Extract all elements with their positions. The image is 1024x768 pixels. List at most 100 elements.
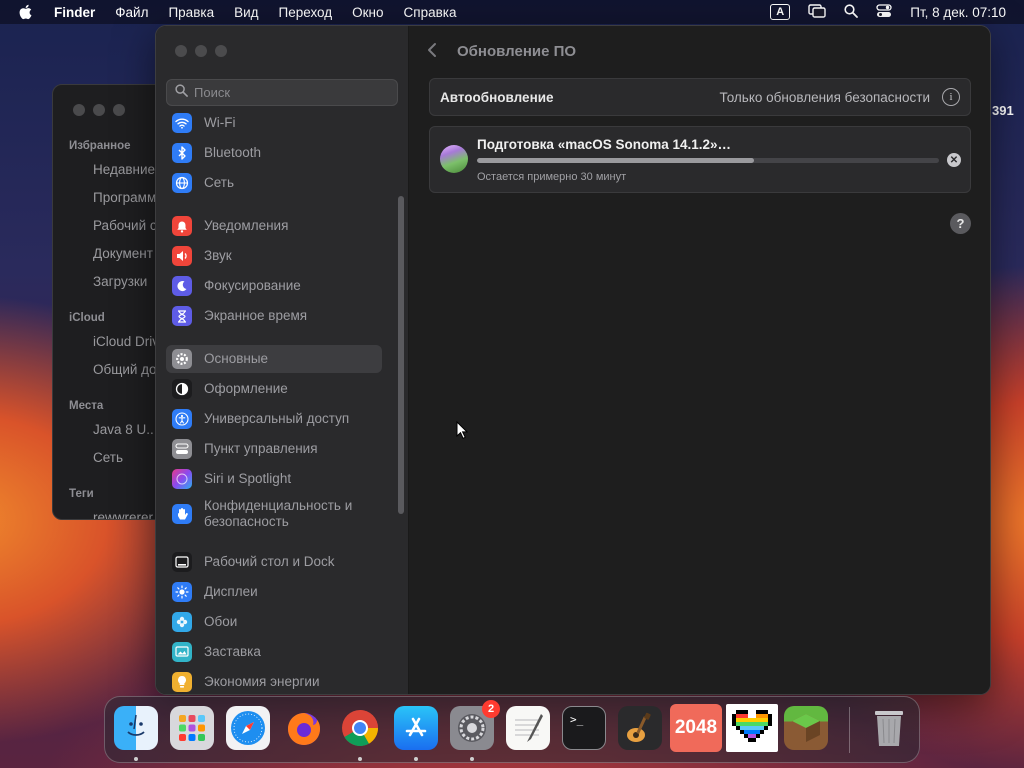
- menu-view[interactable]: Вид: [234, 5, 258, 20]
- back-button[interactable]: [427, 42, 443, 62]
- sidebar-item-wallpaper[interactable]: Обои: [166, 608, 382, 636]
- menu-file[interactable]: Файл: [115, 5, 148, 20]
- finder-item-java[interactable]: Java 8 U...: [93, 422, 158, 437]
- help-button[interactable]: ?: [950, 213, 971, 234]
- dock-separator: [849, 707, 850, 753]
- firefox-icon[interactable]: [282, 706, 326, 750]
- screen-mirroring-icon[interactable]: [808, 3, 826, 21]
- trash-icon[interactable]: [867, 706, 911, 750]
- finder-item-network[interactable]: Сеть: [93, 450, 123, 465]
- siri-icon: [172, 469, 192, 489]
- terminal-icon[interactable]: >_: [562, 706, 606, 750]
- hand-icon: [172, 504, 192, 524]
- sidebar-item-displays[interactable]: Дисплеи: [166, 578, 382, 606]
- search-field[interactable]: [166, 79, 398, 106]
- wifi-icon: [172, 113, 192, 133]
- finder-item-shared[interactable]: Общий до: [93, 362, 157, 377]
- finder-item-downloads[interactable]: Загрузки: [93, 274, 147, 289]
- appearance-icon: [172, 379, 192, 399]
- running-indicator: [134, 757, 138, 761]
- clock[interactable]: Пт, 8 дек. 07:10: [910, 5, 1006, 20]
- finder-item-documents[interactable]: Документ: [93, 246, 153, 261]
- chrome-icon[interactable]: [338, 706, 382, 750]
- menu-edit[interactable]: Правка: [168, 5, 214, 20]
- textedit-icon[interactable]: [506, 706, 550, 750]
- sidebar-item-label: Siri и Spotlight: [204, 471, 292, 486]
- safari-icon[interactable]: [226, 706, 270, 750]
- page-title: Обновление ПО: [457, 43, 577, 60]
- sidebar-item-label: Пункт управления: [204, 441, 318, 456]
- running-indicator: [414, 757, 418, 761]
- zoom-icon[interactable]: [113, 104, 125, 116]
- apple-menu-icon[interactable]: [18, 0, 40, 24]
- sidebar-item-appearance[interactable]: Оформление: [166, 375, 382, 403]
- sidebar-item-privacy-security[interactable]: Конфиденциальность и безопасность: [166, 492, 382, 536]
- bulb-icon: [172, 672, 192, 692]
- sidebar-item-label: Wi-Fi: [204, 115, 236, 130]
- update-title: Подготовка «macOS Sonoma 14.1.2»…: [477, 137, 732, 152]
- sidebar-item-label: Оформление: [204, 381, 288, 396]
- sidebar-item-screensaver[interactable]: Заставка: [166, 638, 382, 666]
- input-source-icon[interactable]: A: [770, 4, 791, 20]
- close-icon[interactable]: [73, 104, 85, 116]
- menu-go[interactable]: Переход: [279, 5, 333, 20]
- sidebar-item-label: Обои: [204, 614, 238, 629]
- menu-app-finder[interactable]: Finder: [54, 5, 95, 20]
- menu-help[interactable]: Справка: [404, 5, 457, 20]
- sidebar-item-label: Уведомления: [204, 218, 289, 233]
- sidebar-item-general[interactable]: Основные: [166, 345, 382, 373]
- system-settings-icon[interactable]: 2: [450, 700, 500, 750]
- garageband-icon[interactable]: [618, 706, 662, 750]
- search-icon: [175, 83, 188, 102]
- close-icon[interactable]: [175, 45, 187, 57]
- update-progress-row: Подготовка «macOS Sonoma 14.1.2»… ✕ Оста…: [429, 126, 971, 193]
- sidebar-item-wifi[interactable]: Wi-Fi: [166, 109, 382, 137]
- finder-item-tag[interactable]: rewwrerer: [93, 510, 153, 519]
- sidebar-item-energy-saver[interactable]: Экономия энергии: [166, 668, 382, 694]
- 2048-icon[interactable]: 2048: [670, 704, 722, 752]
- automatic-updates-label: Автообновление: [440, 89, 554, 105]
- menu-window[interactable]: Окно: [352, 5, 383, 20]
- bell-icon: [172, 216, 192, 236]
- sun-icon: [172, 582, 192, 602]
- zoom-icon[interactable]: [215, 45, 227, 57]
- minecraft-icon[interactable]: [784, 706, 828, 750]
- sidebar-item-control-center[interactable]: Пункт управления: [166, 435, 382, 463]
- launchpad-icon[interactable]: [170, 706, 214, 750]
- dock: 2 >_ 2048: [104, 696, 920, 763]
- minimize-icon[interactable]: [195, 45, 207, 57]
- sidebar-item-notifications[interactable]: Уведомления: [166, 212, 382, 240]
- finder-window: Избранное Недавние Программы Рабочий с Д…: [52, 84, 172, 520]
- finder-icon[interactable]: [114, 706, 158, 750]
- update-progress-bar: [477, 158, 939, 163]
- minimize-icon[interactable]: [93, 104, 105, 116]
- sidebar-item-label: Основные: [204, 351, 269, 366]
- mouse-pointer-icon: [456, 420, 469, 444]
- sidebar-item-desktop-dock[interactable]: Рабочий стол и Dock: [166, 548, 382, 576]
- screensaver-icon: [172, 642, 192, 662]
- search-input[interactable]: [194, 85, 384, 100]
- finder-item-recents[interactable]: Недавние: [93, 162, 155, 177]
- window-controls: [73, 104, 125, 116]
- cancel-update-button[interactable]: ✕: [947, 153, 961, 167]
- 2048-label: 2048: [674, 717, 718, 738]
- info-icon[interactable]: i: [942, 88, 960, 106]
- sidebar-item-siri-spotlight[interactable]: Siri и Spotlight: [166, 465, 382, 493]
- system-settings-window: Wi-Fi Bluetooth Сеть Уведомления Звук: [155, 25, 991, 695]
- background-window-text: 391: [992, 103, 1014, 118]
- hourglass-icon: [172, 306, 192, 326]
- sidebar-scrollbar[interactable]: [398, 196, 404, 514]
- sidebar-item-bluetooth[interactable]: Bluetooth: [166, 139, 382, 167]
- sidebar-item-sound[interactable]: Звук: [166, 242, 382, 270]
- sidebar-item-screen-time[interactable]: Экранное время: [166, 302, 382, 330]
- software-update-pane: Обновление ПО Автообновление Только обно…: [409, 26, 990, 694]
- dock-icon: [172, 552, 192, 572]
- pixel-heart-icon[interactable]: [726, 704, 778, 752]
- sidebar-item-accessibility[interactable]: Универсальный доступ: [166, 405, 382, 433]
- app-store-icon[interactable]: [394, 706, 438, 750]
- sidebar-item-focus[interactable]: Фокусирование: [166, 272, 382, 300]
- finder-item-desktop[interactable]: Рабочий с: [93, 218, 157, 233]
- sidebar-item-network[interactable]: Сеть: [166, 169, 382, 197]
- spotlight-search-icon[interactable]: [844, 3, 859, 21]
- control-center-icon[interactable]: [876, 3, 892, 21]
